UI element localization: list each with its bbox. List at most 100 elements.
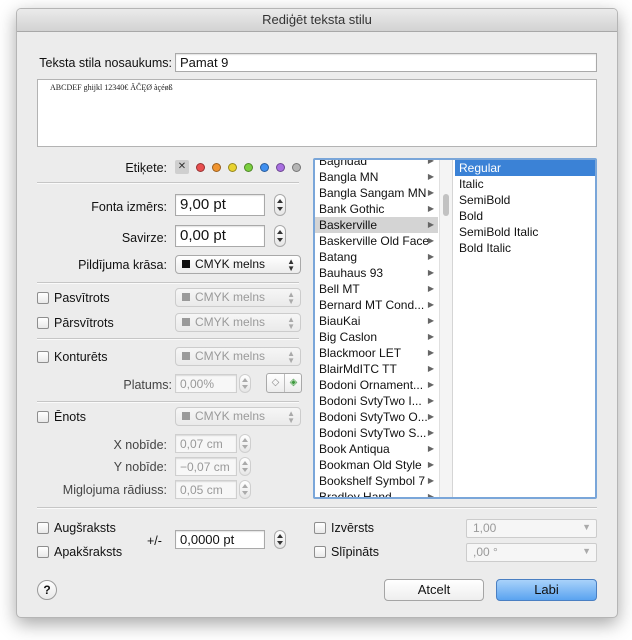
scrollbar-thumb[interactable]: [443, 194, 449, 216]
shadow-blur-stepper[interactable]: [239, 480, 251, 499]
font-family-item[interactable]: Bell MT ▶: [315, 281, 438, 297]
font-family-item[interactable]: Baghdad ▶: [315, 160, 438, 169]
tag-color-dot[interactable]: [292, 163, 301, 172]
shadow-checkbox[interactable]: [37, 411, 49, 423]
help-button[interactable]: ?: [37, 580, 57, 600]
italic-angle-combo[interactable]: ,00 ° ▼: [466, 543, 597, 562]
font-family-list[interactable]: Baghdad ▶ Bangla MN ▶ Bangla Sangam MN ▶ Bank …: [315, 160, 438, 497]
font-family-item[interactable]: BlairMdITC TT ▶: [315, 361, 438, 377]
font-style-item[interactable]: Bold Italic: [455, 240, 595, 256]
font-family-item[interactable]: Baskerville ▶: [315, 217, 438, 233]
font-family-item[interactable]: Bodoni Ornament... ▶: [315, 377, 438, 393]
font-family-item[interactable]: Big Caslon ▶: [315, 329, 438, 345]
font-family-item[interactable]: Bangla Sangam MN ▶: [315, 185, 438, 201]
font-family-item[interactable]: Bangla MN ▶: [315, 169, 438, 185]
tag-color-dot[interactable]: [260, 163, 269, 172]
expanded-value: 1,00: [473, 521, 497, 535]
color-swatch: [182, 260, 190, 268]
font-family-item[interactable]: Bodoni SvtyTwo O... ▶: [315, 409, 438, 425]
italic-checkbox[interactable]: [314, 546, 326, 558]
font-style-list[interactable]: Regular Italic SemiBold Bold SemiBold Italic…: [455, 160, 595, 497]
font-family-name: Baskerville: [319, 218, 378, 232]
chevron-right-icon: ▶: [427, 160, 434, 165]
fill-color-popup[interactable]: CMYK melns ▲ ▼: [175, 255, 301, 274]
outline-inside-icon[interactable]: ◇: [267, 374, 284, 392]
font-family-item[interactable]: Bradley Hand ▶: [315, 489, 438, 497]
font-family-item[interactable]: BiauKai ▶: [315, 313, 438, 329]
strikethrough-color-value: CMYK melns: [195, 315, 266, 329]
font-style-item[interactable]: SemiBold: [455, 192, 595, 208]
font-family-item[interactable]: Blackmoor LET ▶: [315, 345, 438, 361]
font-family-item[interactable]: Batang ▶: [315, 249, 438, 265]
chevron-right-icon: ▶: [427, 396, 434, 405]
font-family-name: Bradley Hand: [319, 490, 392, 497]
tag-color-dot[interactable]: [212, 163, 221, 172]
expanded-combo[interactable]: 1,00 ▼: [466, 519, 597, 538]
font-family-scrollbar[interactable]: [439, 160, 453, 497]
underline-color-popup[interactable]: CMYK melns ▲ ▼: [175, 288, 301, 307]
font-family-item[interactable]: Bodoni SvtyTwo I... ▶: [315, 393, 438, 409]
font-style-item[interactable]: Regular: [455, 160, 595, 176]
outline-width-stepper[interactable]: [239, 374, 251, 393]
shadow-color-popup[interactable]: CMYK melns ▲ ▼: [175, 407, 301, 426]
tag-color-dot[interactable]: [244, 163, 253, 172]
baseline-shift-stepper[interactable]: [274, 530, 286, 549]
cancel-button[interactable]: Atcelt: [384, 579, 484, 601]
font-family-item[interactable]: Bookshelf Symbol 7 ▶: [315, 473, 438, 489]
outline-width-input[interactable]: 0,00%: [175, 374, 237, 393]
subscript-checkbox[interactable]: [37, 546, 49, 558]
clear-tag-icon[interactable]: ✕: [175, 160, 189, 174]
outline-outside-icon[interactable]: ◈: [285, 374, 302, 392]
outline-color-popup[interactable]: CMYK melns ▲ ▼: [175, 347, 301, 366]
subscript-label: Apakšraksts: [54, 545, 123, 559]
font-size-input[interactable]: 9,00 pt: [175, 194, 265, 216]
shadow-x-offset-stepper[interactable]: [239, 434, 251, 453]
chevron-right-icon: ▶: [427, 172, 434, 181]
tag-color-dot[interactable]: [276, 163, 285, 172]
separator: [37, 182, 299, 184]
tag-color-dot[interactable]: [228, 163, 237, 172]
font-family-name: Bangla MN: [319, 170, 379, 184]
font-family-item[interactable]: Bernard MT Cond... ▶: [315, 297, 438, 313]
font-style-item[interactable]: Italic: [455, 176, 595, 192]
font-family-name: Bernard MT Cond...: [319, 298, 425, 312]
superscript-checkbox[interactable]: [37, 522, 49, 534]
font-family-name: Book Antiqua: [319, 442, 390, 456]
font-style-item[interactable]: Bold: [455, 208, 595, 224]
font-family-item[interactable]: Baskerville Old Face ▶: [315, 233, 438, 249]
font-family-item[interactable]: Bodoni SvtyTwo S... ▶: [315, 425, 438, 441]
chevron-updown-icon: ▲ ▼: [287, 409, 295, 425]
chevron-right-icon: ▶: [427, 300, 434, 309]
font-family-item[interactable]: Bank Gothic ▶: [315, 201, 438, 217]
shadow-color-value: CMYK melns: [195, 409, 266, 423]
shadow-blur-input[interactable]: 0,05 cm: [175, 480, 237, 499]
kerning-stepper[interactable]: [274, 225, 286, 247]
font-size-stepper[interactable]: [274, 194, 286, 216]
font-family-item[interactable]: Bookman Old Style ▶: [315, 457, 438, 473]
kerning-input[interactable]: 0,00 pt: [175, 225, 265, 247]
shadow-y-offset-input[interactable]: −0,07 cm: [175, 457, 237, 476]
font-family-name: Bookman Old Style: [319, 458, 422, 472]
chevron-updown-icon: ▲ ▼: [287, 257, 295, 273]
italic-angle-value: ,00 °: [473, 545, 498, 559]
outline-checkbox[interactable]: [37, 351, 49, 363]
shadow-x-offset-input[interactable]: 0,07 cm: [175, 434, 237, 453]
baseline-shift-label: +/-: [147, 534, 162, 548]
shadow-y-offset-stepper[interactable]: [239, 457, 251, 476]
tag-color-dot[interactable]: [196, 163, 205, 172]
font-family-name: Bank Gothic: [319, 202, 385, 216]
chevron-right-icon: ▶: [427, 492, 434, 497]
strikethrough-color-popup[interactable]: CMYK melns ▲ ▼: [175, 313, 301, 332]
underline-label: Pasvītrots: [54, 291, 110, 305]
strikethrough-checkbox[interactable]: [37, 317, 49, 329]
ok-button[interactable]: Labi: [496, 579, 597, 601]
expanded-checkbox[interactable]: [314, 522, 326, 534]
preview-text: ABCDEF ghijkl 12340€ ÄĈĘØ àçéøß: [50, 83, 173, 92]
chevron-down-icon: ▼: [582, 522, 591, 532]
baseline-shift-input[interactable]: 0,0000 pt: [175, 530, 265, 549]
font-family-item[interactable]: Bauhaus 93 ▶: [315, 265, 438, 281]
underline-checkbox[interactable]: [37, 292, 49, 304]
font-style-item[interactable]: SemiBold Italic: [455, 224, 595, 240]
font-family-item[interactable]: Book Antiqua ▶: [315, 441, 438, 457]
style-name-input[interactable]: Pamat 9: [175, 53, 597, 72]
